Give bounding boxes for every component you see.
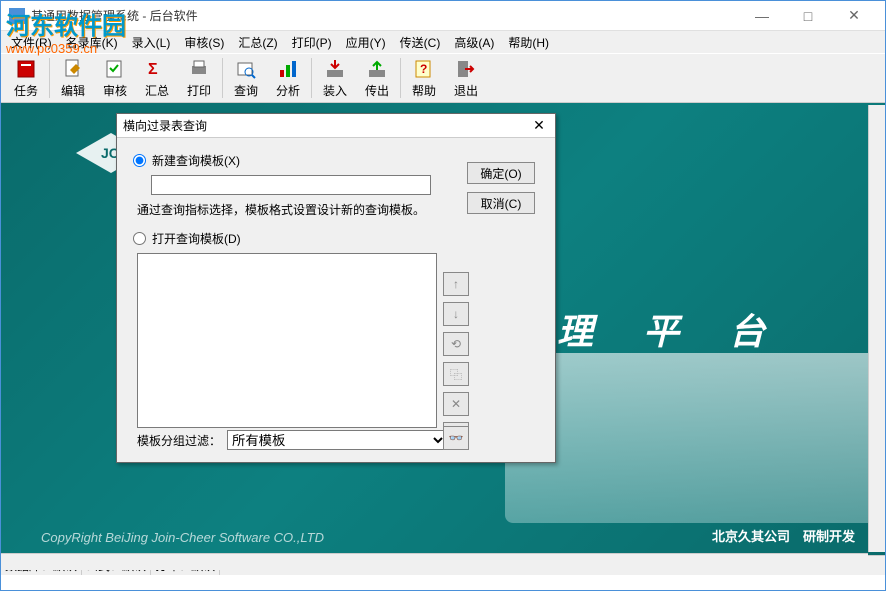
toolbar-print-label: 打印 xyxy=(187,82,211,99)
decorative-stripe xyxy=(505,353,885,523)
close-button[interactable]: ✕ xyxy=(831,1,877,31)
delete-button[interactable]: ✕ xyxy=(443,392,469,416)
copyright-text: CopyRight BeiJing Join-Cheer Software CO… xyxy=(41,530,324,545)
query-dialog: 横向过录表查询 ✕ 新建查询模板(X) 通过查询指标选择，模板格式设置设计新的查… xyxy=(116,113,556,463)
toolbar-export-label: 传出 xyxy=(365,82,389,99)
ok-button[interactable]: 确定(O) xyxy=(467,162,535,184)
toolbar-exit[interactable]: 退出 xyxy=(445,55,487,101)
menu-transfer[interactable]: 传送(C) xyxy=(394,32,447,53)
radio-open-label[interactable]: 打开查询模板(D) xyxy=(152,230,241,247)
radio-open-row: 打开查询模板(D) xyxy=(133,230,539,247)
toolbar-sep xyxy=(311,58,312,98)
radio-open-template[interactable] xyxy=(133,232,146,245)
menu-print[interactable]: 打印(P) xyxy=(286,32,338,53)
minimize-button[interactable]: — xyxy=(739,1,785,31)
menu-apply[interactable]: 应用(Y) xyxy=(340,32,392,53)
copy-button[interactable]: ⿻ xyxy=(443,362,469,386)
maximize-button[interactable]: □ xyxy=(785,1,831,31)
menu-directory[interactable]: 名录库(K) xyxy=(60,32,124,53)
titlebar: 其通用数据管理系统 - 后台软件 — □ ✕ xyxy=(1,1,885,31)
toolbar: 任务 编辑 审核 Σ 汇总 打印 查询 分析 装入 传出 ? 帮助 退出 xyxy=(1,53,885,103)
task-icon xyxy=(15,58,37,80)
filter-label: 模板分组过滤： xyxy=(137,432,221,449)
platform-text: 理 平 台 xyxy=(557,303,785,355)
menu-file[interactable]: 文件(R) xyxy=(5,32,58,53)
dialog-close-button[interactable]: ✕ xyxy=(529,117,549,134)
template-name-input[interactable] xyxy=(151,175,431,195)
radio-new-label[interactable]: 新建查询模板(X) xyxy=(152,152,240,169)
load-icon xyxy=(324,58,346,80)
audit-icon xyxy=(104,58,126,80)
svg-text:Σ: Σ xyxy=(148,61,158,78)
toolbar-sep xyxy=(222,58,223,98)
refresh-button[interactable]: ⟲ xyxy=(443,332,469,356)
toolbar-help-label: 帮助 xyxy=(412,82,436,99)
toolbar-edit[interactable]: 编辑 xyxy=(52,55,94,101)
company-text: 北京久其公司 研制开发 xyxy=(712,526,855,545)
toolbar-audit-label: 审核 xyxy=(103,82,127,99)
dialog-titlebar: 横向过录表查询 ✕ xyxy=(117,114,555,138)
filter-select[interactable]: 所有模板 xyxy=(227,430,447,450)
toolbar-help[interactable]: ? 帮助 xyxy=(403,55,445,101)
toolbar-summary[interactable]: Σ 汇总 xyxy=(136,55,178,101)
toolbar-task-label: 任务 xyxy=(14,82,38,99)
app-icon xyxy=(9,8,25,24)
print-icon xyxy=(188,58,210,80)
binoculars-icon: 👓 xyxy=(449,431,464,445)
window-controls: — □ ✕ xyxy=(739,1,877,31)
dialog-title: 横向过录表查询 xyxy=(123,117,529,134)
menu-help[interactable]: 帮助(H) xyxy=(502,32,555,53)
exit-icon xyxy=(455,58,477,80)
toolbar-query-label: 查询 xyxy=(234,82,258,99)
horizontal-scrollbar[interactable] xyxy=(1,553,868,570)
toolbar-analysis-label: 分析 xyxy=(276,82,300,99)
side-buttons: ↑ ↓ ⟲ ⿻ ✕ ⿴ xyxy=(443,272,469,446)
edit-icon xyxy=(62,58,84,80)
analysis-icon xyxy=(277,58,299,80)
dialog-body: 新建查询模板(X) 通过查询指标选择，模板格式设置设计新的查询模板。 打开查询模… xyxy=(117,138,555,462)
filter-row: 模板分组过滤： 所有模板 xyxy=(137,430,447,450)
radio-new-template[interactable] xyxy=(133,154,146,167)
toolbar-exit-label: 退出 xyxy=(454,82,478,99)
menubar: 文件(R) 名录库(K) 录入(L) 审核(S) 汇总(Z) 打印(P) 应用(… xyxy=(1,31,885,53)
svg-text:?: ? xyxy=(420,62,427,76)
toolbar-task[interactable]: 任务 xyxy=(5,55,47,101)
template-listbox[interactable] xyxy=(137,253,437,428)
menu-advanced[interactable]: 高级(A) xyxy=(448,32,500,53)
menu-summary[interactable]: 汇总(Z) xyxy=(232,32,283,53)
toolbar-print[interactable]: 打印 xyxy=(178,55,220,101)
toolbar-audit[interactable]: 审核 xyxy=(94,55,136,101)
toolbar-sep xyxy=(400,58,401,98)
menu-audit[interactable]: 审核(S) xyxy=(178,32,230,53)
search-button[interactable]: 👓 xyxy=(443,426,469,450)
query-icon xyxy=(235,58,257,80)
summary-icon: Σ xyxy=(146,58,168,80)
move-down-button[interactable]: ↓ xyxy=(443,302,469,326)
menu-input[interactable]: 录入(L) xyxy=(126,32,177,53)
toolbar-load[interactable]: 装入 xyxy=(314,55,356,101)
cancel-button[interactable]: 取消(C) xyxy=(467,192,535,214)
move-up-button[interactable]: ↑ xyxy=(443,272,469,296)
toolbar-summary-label: 汇总 xyxy=(145,82,169,99)
export-icon xyxy=(366,58,388,80)
toolbar-load-label: 装入 xyxy=(323,82,347,99)
toolbar-edit-label: 编辑 xyxy=(61,82,85,99)
help-icon: ? xyxy=(413,58,435,80)
window-title: 其通用数据管理系统 - 后台软件 xyxy=(31,7,739,24)
main-window: 河东软件园 www.pc0359.cn 其通用数据管理系统 - 后台软件 — □… xyxy=(0,0,886,591)
toolbar-sep xyxy=(49,58,50,98)
toolbar-analysis[interactable]: 分析 xyxy=(267,55,309,101)
toolbar-query[interactable]: 查询 xyxy=(225,55,267,101)
toolbar-export[interactable]: 传出 xyxy=(356,55,398,101)
vertical-scrollbar[interactable] xyxy=(868,105,885,552)
